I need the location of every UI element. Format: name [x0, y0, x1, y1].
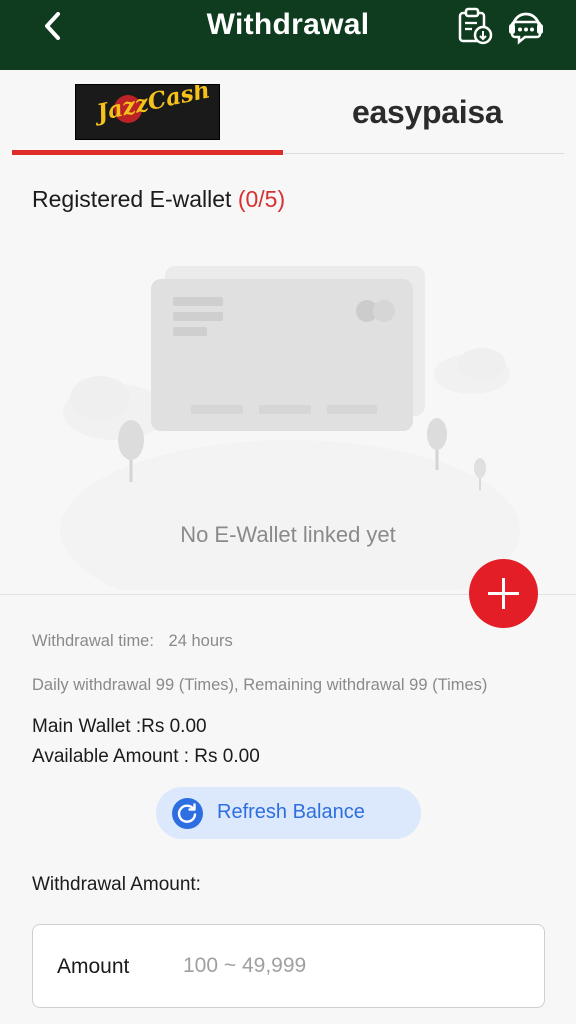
tab-jazzcash[interactable]: JazzCash: [12, 70, 284, 156]
registered-ewallet-heading: Registered E-wallet (0/5): [32, 186, 285, 213]
support-button[interactable]: [506, 6, 546, 46]
tab-easypaisa[interactable]: easypaisa: [288, 70, 564, 156]
amount-field-container: Amount: [32, 924, 545, 1008]
refresh-icon: [172, 798, 203, 829]
amount-field-label: Amount: [57, 955, 130, 978]
registered-ewallet-label: Registered E-wallet: [32, 186, 232, 212]
top-bar: Withdrawal: [0, 0, 576, 70]
main-wallet-balance: Main Wallet :Rs 0.00: [32, 716, 207, 737]
withdrawal-time: Withdrawal time: 24 hours: [32, 632, 233, 651]
records-button[interactable]: [455, 6, 495, 46]
amount-input[interactable]: [183, 943, 523, 989]
withdrawal-time-value: 24 hours: [168, 632, 233, 650]
withdrawal-time-label: Withdrawal time:: [32, 632, 154, 650]
refresh-balance-label: Refresh Balance: [217, 801, 365, 823]
withdrawal-amount-heading: Withdrawal Amount:: [32, 874, 201, 895]
easypaisa-logo: easypaisa: [352, 94, 503, 130]
jazzcash-logo: JazzCash: [75, 84, 220, 140]
chat-support-icon: [509, 12, 543, 45]
wallet-tabs: JazzCash easypaisa: [0, 70, 576, 156]
tab-divider: [284, 153, 564, 154]
daily-withdrawal-limit: Daily withdrawal 99 (Times), Remaining w…: [32, 676, 488, 694]
available-amount: Available Amount : Rs 0.00: [32, 746, 260, 767]
refresh-balance-button[interactable]: Refresh Balance: [156, 787, 421, 839]
clipboard-download-icon: [458, 7, 493, 45]
empty-state-text: No E-Wallet linked yet: [180, 522, 396, 547]
jazzcash-logo-text: JazzCash: [94, 84, 213, 127]
ewallet-count: (0/5): [237, 186, 286, 212]
add-ewallet-button[interactable]: [469, 559, 538, 628]
withdrawal-content: JazzCash easypaisa Registered E-wallet (…: [0, 70, 576, 1024]
active-tab-indicator: [12, 150, 283, 155]
